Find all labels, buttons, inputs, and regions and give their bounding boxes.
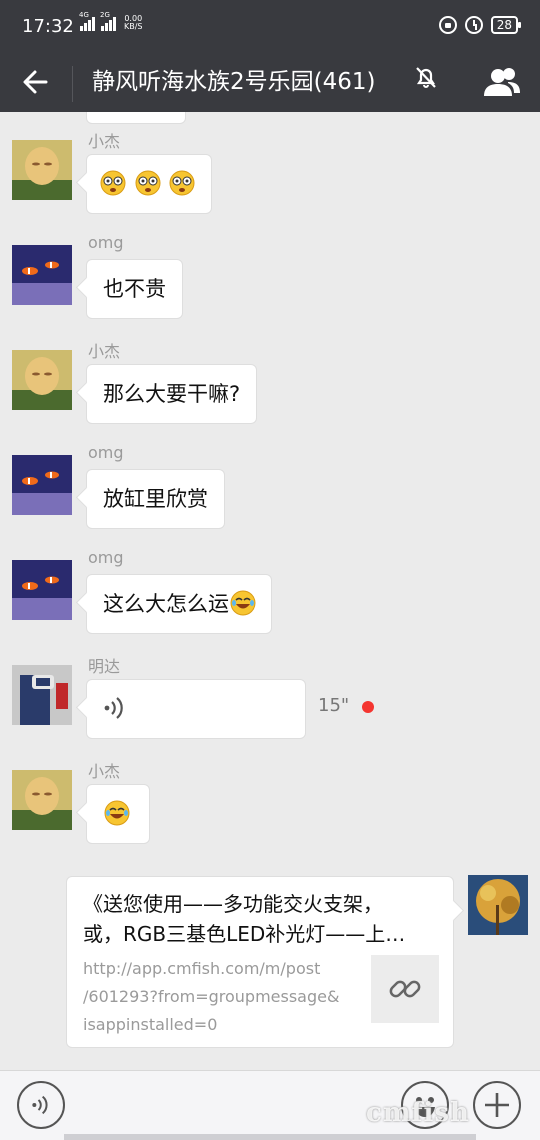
plus-more-icon (485, 1093, 509, 1117)
back-arrow-icon (23, 70, 48, 94)
more-button[interactable] (473, 1081, 521, 1129)
message-bubble[interactable]: 放缸里欣赏 (86, 469, 225, 529)
message-list[interactable]: 小杰 omg 也不贵 小杰 那么大要干嘛? omg 放缸里欣赏 omg 这么大怎… (0, 112, 540, 1070)
message-text: 也不贵 (103, 277, 166, 301)
sender-name: omg (88, 233, 124, 252)
message-text: 这么大怎么运 (103, 592, 229, 616)
message-bubble[interactable] (86, 154, 212, 214)
chat-header: 静风听海水族2号乐园(461) (0, 56, 540, 112)
link-chain-icon (389, 980, 421, 998)
sender-name: 小杰 (88, 132, 121, 151)
network-indicators: 4G 2G 0.00 KB/S (79, 11, 143, 31)
lock-rotation-icon (438, 16, 457, 34)
nav-gesture-bar (64, 1134, 476, 1140)
avatar[interactable] (12, 455, 72, 515)
group-members-icon (484, 68, 520, 96)
status-bar: 17:32 4G 2G 0.00 KB/S 28 (0, 0, 540, 56)
mute-bell-icon (416, 67, 436, 88)
sender-name: 小杰 (88, 762, 121, 781)
group-info-button[interactable] (478, 58, 526, 106)
rolling-laugh-emoji (230, 590, 256, 616)
my-avatar[interactable] (468, 875, 528, 935)
signal-icon: 4G (79, 11, 95, 31)
voice-input-button[interactable] (17, 1081, 65, 1129)
message-bubble[interactable]: 那么大要干嘛? (86, 364, 258, 424)
avatar[interactable] (12, 770, 72, 830)
sender-name: omg (88, 443, 124, 462)
back-button[interactable] (16, 60, 60, 104)
dizzy-face-emoji (169, 170, 195, 196)
message-bubble-partial (86, 112, 186, 124)
voice-wave-icon (104, 697, 123, 719)
unread-dot (362, 701, 374, 713)
battery-level: 28 (496, 18, 512, 32)
signal-icon: 2G (100, 11, 116, 31)
status-time: 17:32 (22, 16, 74, 37)
sender-name: 明达 (88, 657, 121, 676)
message-bubble[interactable] (86, 784, 150, 844)
link-url: http://app.cmfish.com/m/post /601293?fro… (83, 959, 340, 1034)
avatar[interactable] (12, 245, 72, 305)
avatar[interactable] (12, 665, 72, 725)
header-divider (72, 66, 73, 102)
link-thumbnail (371, 955, 439, 1023)
message-text: 那么大要干嘛? (103, 382, 241, 406)
watermark: cmfish (366, 1098, 470, 1128)
sender-name: omg (88, 548, 124, 567)
voice-duration: 15" (318, 695, 350, 716)
voice-message-bubble[interactable] (86, 679, 306, 739)
dizzy-face-emoji (100, 170, 126, 196)
dizzy-face-emoji (135, 170, 161, 196)
message-text: 放缸里欣赏 (103, 487, 208, 511)
network-speed: 0.00 KB/S (124, 14, 143, 31)
voice-input-icon (32, 1095, 48, 1115)
link-title: 《送您使用——多功能交火支架， 或，RGB三基色LED补光灯——上… (83, 892, 406, 946)
avatar[interactable] (12, 350, 72, 410)
rolling-laugh-emoji (104, 800, 130, 826)
sender-name: 小杰 (88, 342, 121, 361)
avatar[interactable] (12, 140, 72, 200)
battery-icon: 28 (490, 16, 522, 34)
alarm-icon (464, 16, 483, 34)
chat-title: 静风听海水族2号乐园(461) (92, 69, 376, 95)
message-bubble[interactable]: 这么大怎么运 (86, 574, 272, 634)
link-card[interactable]: 《送您使用——多功能交火支架， 或，RGB三基色LED补光灯——上… http:… (66, 876, 454, 1048)
message-bubble[interactable]: 也不贵 (86, 259, 183, 319)
avatar[interactable] (12, 560, 72, 620)
